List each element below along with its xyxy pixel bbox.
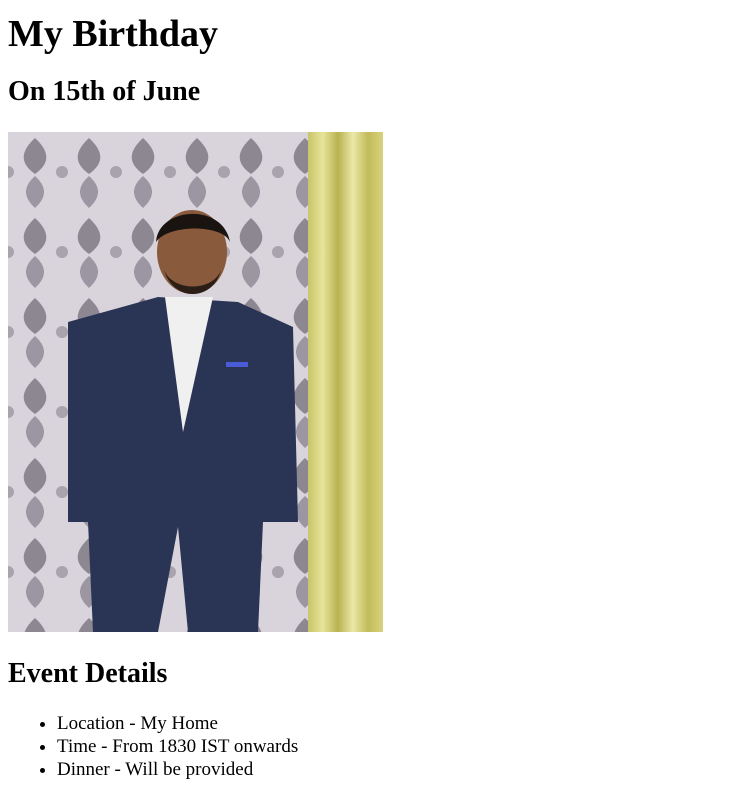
- page-subtitle: On 15th of June: [8, 76, 201, 107]
- pocket-square: [226, 362, 248, 367]
- detail-dinner: Dinner - Will be provided: [57, 758, 723, 781]
- event-details-list: Location - My Home Time - From 1830 IST …: [8, 712, 723, 781]
- page: My Birthday On 15th of June Event Detail…: [0, 0, 731, 810]
- detail-location: Location - My Home: [57, 712, 723, 735]
- event-details-heading: Event Details: [8, 658, 168, 689]
- page-title: My Birthday: [8, 13, 219, 55]
- birthday-person-photo: [8, 132, 383, 632]
- detail-time: Time - From 1830 IST onwards: [57, 735, 723, 758]
- curtain: [308, 132, 383, 632]
